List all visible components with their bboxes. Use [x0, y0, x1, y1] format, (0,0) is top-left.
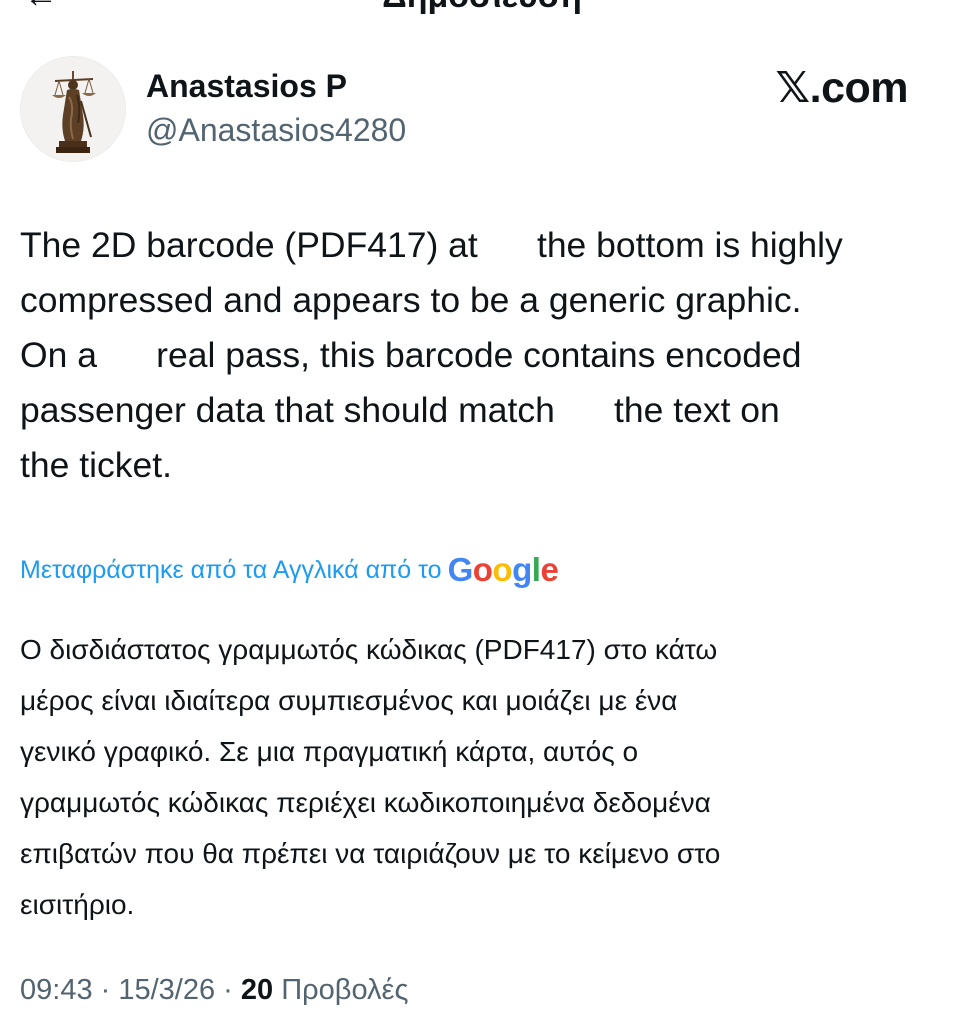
avatar[interactable]	[20, 56, 126, 162]
author-name[interactable]: Anastasios P	[146, 66, 347, 106]
translated-label: Μεταφράστηκε από τα Αγγλικά από το	[20, 555, 442, 584]
views-label: Προβολές	[273, 974, 409, 1006]
meta-separator: ·	[92, 974, 119, 1006]
tweet-meta: 09:43 · 15/3/26 · 20 Προβολές	[20, 968, 408, 1012]
page-title: Δημοσίευση	[0, 0, 964, 16]
tweet-time[interactable]: 09:43	[20, 974, 93, 1006]
x-brand-logo: 𝕏.com	[775, 64, 908, 112]
tweet-text: The 2D barcode (PDF417) at the bottom is…	[20, 225, 843, 485]
meta-separator: ·	[215, 974, 241, 1006]
views-count: 20	[240, 974, 274, 1006]
author-handle[interactable]: @Anastasios4280	[146, 110, 406, 150]
tweet-date[interactable]: 15/3/26	[118, 974, 215, 1006]
lady-justice-statue-icon	[21, 57, 125, 161]
translated-text: Ο δισδιάστατος γραμμωτός κώδικας (PDF417…	[20, 634, 721, 920]
google-logo: Google	[447, 551, 559, 588]
top-header: ← Δημοσίευση	[0, 0, 964, 16]
translation-attribution[interactable]: Μεταφράστηκε από τα Αγγλικά από το Googl…	[20, 548, 559, 592]
